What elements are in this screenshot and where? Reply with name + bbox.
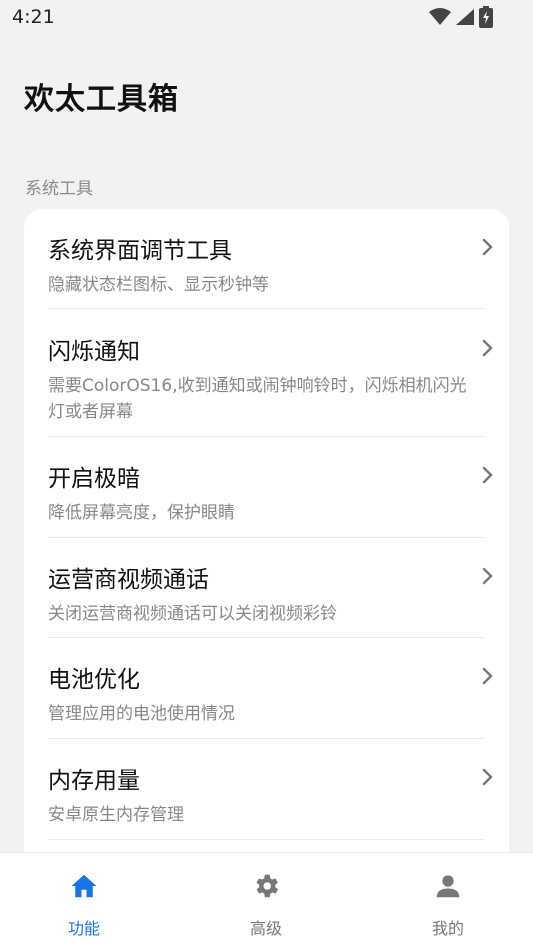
- status-bar: 4:21: [0, 0, 533, 36]
- list-item-system-ui-tuner[interactable]: 系统界面调节工具 隐藏状态栏图标、显示秒钟等: [48, 231, 493, 301]
- divider: [48, 436, 485, 437]
- divider: [48, 308, 485, 309]
- chevron-right-icon: [482, 339, 493, 357]
- status-icons: [429, 6, 493, 28]
- chevron-right-icon: [482, 238, 493, 256]
- section-label-system-tools: 系统工具: [25, 179, 93, 199]
- gear-icon: [256, 874, 278, 898]
- nav-label: 功能: [67, 919, 100, 938]
- nav-label: 高级: [249, 919, 282, 938]
- item-title: 内存用量: [48, 768, 140, 794]
- battery-charging-icon: [479, 6, 493, 28]
- wifi-icon: [429, 8, 451, 25]
- item-title: 运营商视频通话: [48, 567, 209, 593]
- chevron-right-icon: [482, 768, 493, 786]
- nav-tab-advanced[interactable]: 高级: [206, 853, 326, 949]
- list-item-memory-usage[interactable]: 内存用量 安卓原生内存管理: [48, 761, 493, 831]
- nav-tab-features[interactable]: 功能: [24, 853, 144, 949]
- nav-tab-mine[interactable]: 我的: [388, 853, 508, 949]
- item-title: 闪烁通知: [48, 339, 140, 365]
- list-item-battery-optimization[interactable]: 电池优化 管理应用的电池使用情况: [48, 660, 493, 730]
- item-subtitle: 安卓原生内存管理: [48, 805, 184, 825]
- person-icon: [436, 875, 460, 898]
- chevron-right-icon: [482, 567, 493, 585]
- item-subtitle: 隐藏状态栏图标、显示秒钟等: [48, 275, 269, 295]
- home-icon: [71, 874, 97, 898]
- system-tools-card: 系统界面调节工具 隐藏状态栏图标、显示秒钟等 闪烁通知 需要ColorOS16,…: [24, 209, 509, 869]
- chevron-right-icon: [482, 466, 493, 484]
- item-subtitle: 关闭运营商视频通话可以关闭视频彩铃: [48, 604, 337, 624]
- bottom-navigation: 功能 高级 我的: [0, 852, 533, 949]
- item-title: 开启极暗: [48, 466, 140, 492]
- divider: [48, 537, 485, 538]
- divider: [48, 839, 485, 840]
- list-item-extra-dim[interactable]: 开启极暗 降低屏幕亮度，保护眼睛: [48, 459, 493, 529]
- chevron-right-icon: [482, 667, 493, 685]
- list-item-carrier-video-call[interactable]: 运营商视频通话 关闭运营商视频通话可以关闭视频彩铃: [48, 560, 493, 630]
- item-subtitle: 降低屏幕亮度，保护眼睛: [48, 503, 235, 523]
- item-title: 系统界面调节工具: [48, 238, 232, 264]
- status-time: 4:21: [12, 6, 55, 28]
- divider: [48, 637, 485, 638]
- divider: [48, 738, 485, 739]
- item-subtitle: 需要ColorOS16,收到通知或闹钟响铃时，闪烁相机闪光灯或者屏幕: [48, 376, 467, 422]
- page-title: 欢太工具箱: [24, 82, 179, 117]
- item-subtitle: 管理应用的电池使用情况: [48, 704, 235, 724]
- list-item-flash-notification[interactable]: 闪烁通知 需要ColorOS16,收到通知或闹钟响铃时，闪烁相机闪光灯或者屏幕: [48, 332, 493, 428]
- nav-label: 我的: [431, 919, 464, 938]
- cellular-signal-icon: [456, 9, 474, 25]
- item-title: 电池优化: [48, 667, 140, 693]
